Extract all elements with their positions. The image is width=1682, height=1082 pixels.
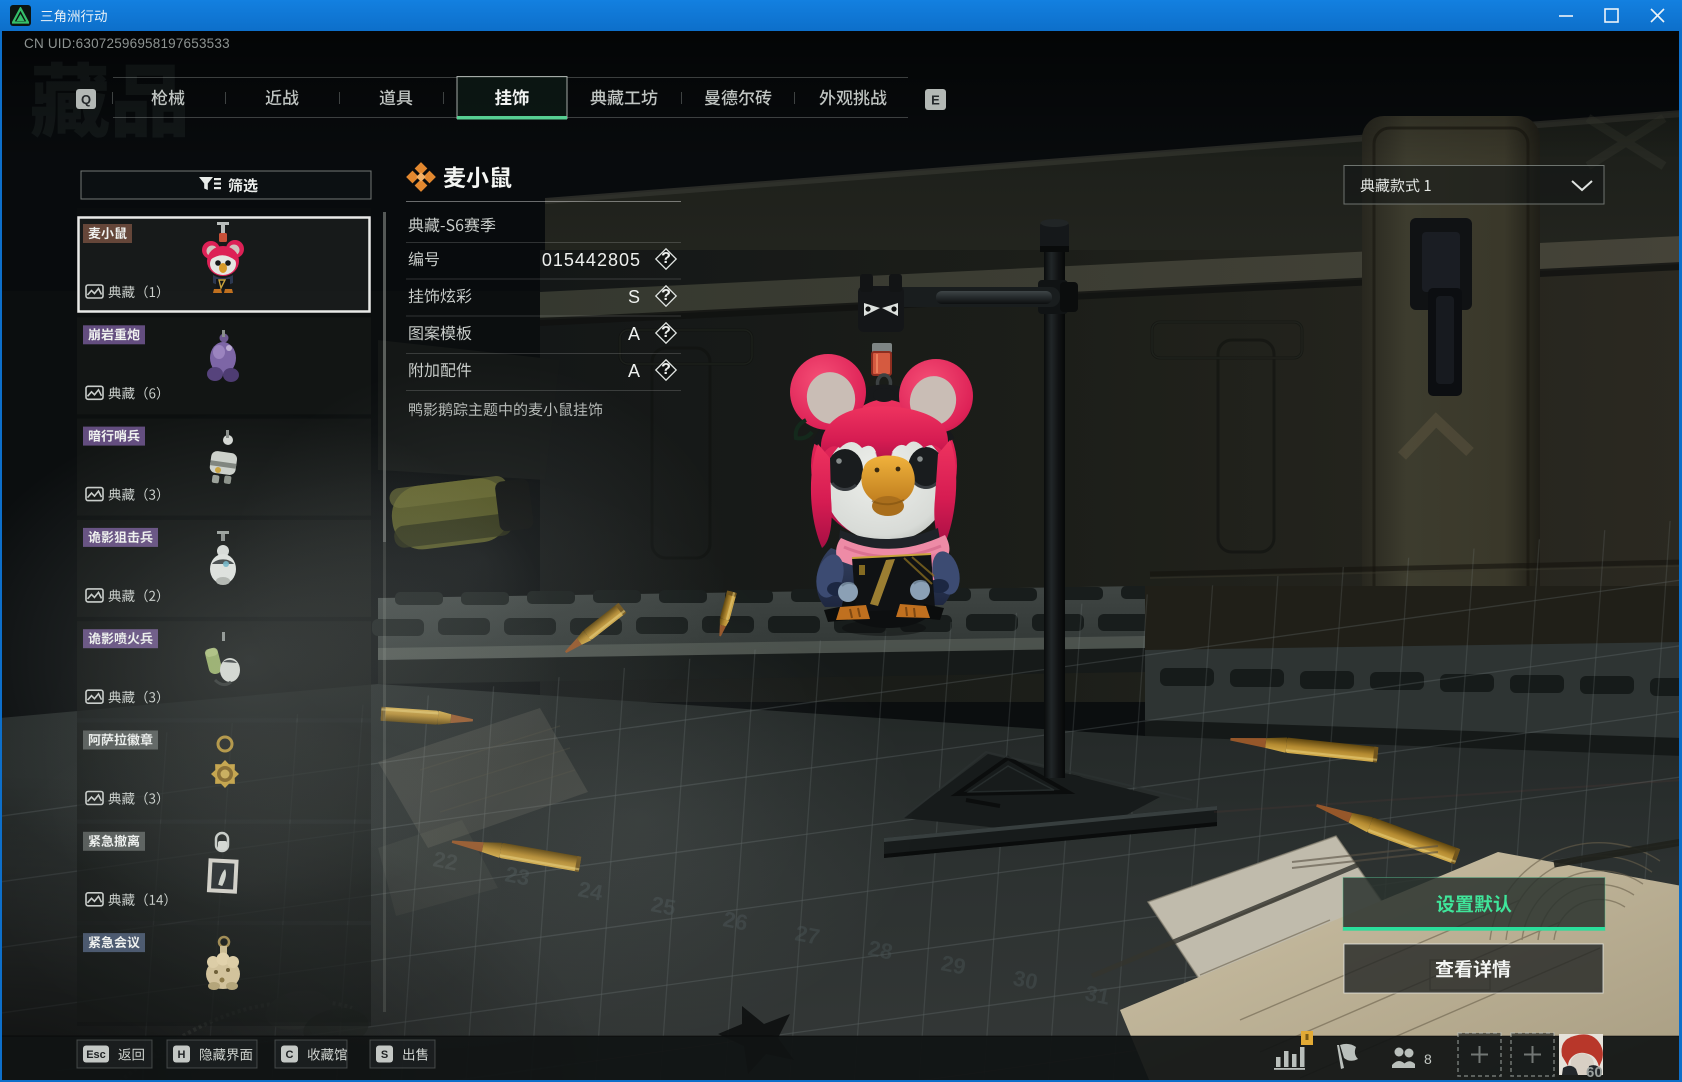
svg-text:A: A [628, 324, 641, 344]
svg-text:60: 60 [1586, 1064, 1603, 1081]
svg-text:S: S [628, 287, 641, 307]
svg-text:?: ? [661, 287, 671, 304]
svg-text:E: E [931, 93, 940, 108]
svg-text:?: ? [661, 250, 671, 267]
svg-text:8: 8 [1424, 1051, 1432, 1067]
svg-text:015442805: 015442805 [542, 250, 641, 270]
svg-text:CN UID:63072596958197653533: CN UID:63072596958197653533 [24, 36, 230, 51]
svg-text:Q: Q [81, 92, 91, 107]
svg-text:?: ? [661, 324, 671, 341]
